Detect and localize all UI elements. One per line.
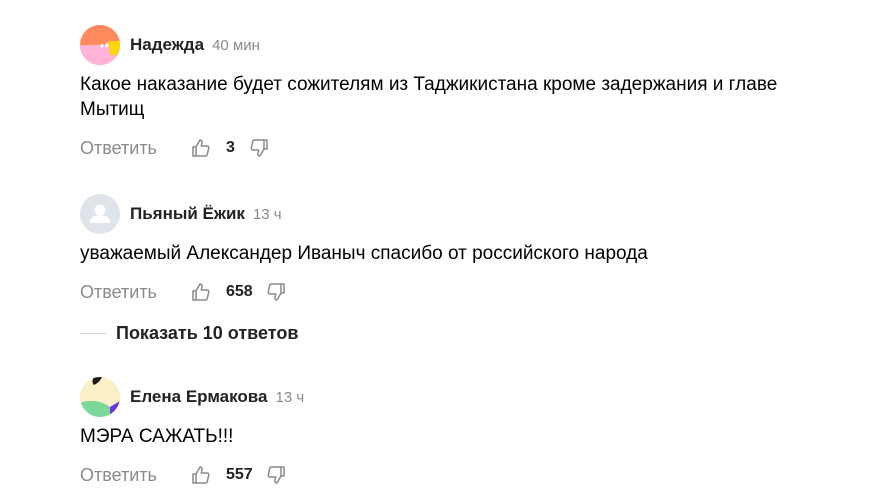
- comment-author[interactable]: Надежда: [130, 35, 204, 55]
- comment: Елена Ермакова 13 ч МЭРА САЖАТЬ!!! Ответ…: [80, 377, 860, 487]
- comment-author[interactable]: Пьяный Ёжик: [130, 204, 245, 224]
- reply-button[interactable]: Ответить: [80, 282, 190, 303]
- thread-line: [80, 332, 106, 334]
- comment: Пьяный Ёжик 13 ч уважаемый Александер Ив…: [80, 194, 860, 304]
- comment-time: 13 ч: [275, 388, 305, 406]
- comment-text: уважаемый Александер Иваныч спасибо от р…: [80, 243, 648, 264]
- thumbs-down-icon[interactable]: [265, 464, 287, 486]
- comment-header: Надежда 40 мин: [80, 25, 860, 65]
- like-count: 3: [226, 139, 235, 156]
- comment-actions: Ответить 3: [80, 136, 860, 160]
- like-count: 658: [226, 283, 253, 300]
- thumbs-down-icon[interactable]: [265, 281, 287, 303]
- avatar[interactable]: [80, 25, 120, 65]
- thumbs-up-icon[interactable]: [190, 464, 212, 486]
- thumbs-down-icon[interactable]: [248, 137, 270, 159]
- thumbs-up-icon[interactable]: [190, 137, 212, 159]
- comment-actions: Ответить 658: [80, 280, 860, 304]
- avatar-pattern-icon: [80, 377, 120, 417]
- comment-text: Какое наказание будет сожителям из Таджи…: [80, 74, 778, 120]
- reply-button[interactable]: Ответить: [80, 465, 190, 486]
- avatar-pattern-icon: [80, 25, 120, 65]
- reply-button[interactable]: Ответить: [80, 138, 190, 159]
- thumbs-up-icon[interactable]: [190, 281, 212, 303]
- comment-actions: Ответить 557: [80, 463, 860, 487]
- avatar[interactable]: [80, 377, 120, 417]
- comment-text: МЭРА САЖАТЬ!!!: [80, 426, 234, 447]
- like-count: 557: [226, 466, 253, 483]
- comment-author[interactable]: Елена Ермакова: [130, 387, 267, 407]
- show-replies-button[interactable]: Показать 10 ответов: [80, 320, 298, 346]
- user-silhouette-icon: [80, 194, 120, 234]
- comment-header: Елена Ермакова 13 ч: [80, 377, 860, 417]
- avatar[interactable]: [80, 194, 120, 234]
- comment: Надежда 40 мин Какое наказание будет сож…: [80, 25, 860, 160]
- comment-time: 13 ч: [252, 205, 282, 223]
- comment-time: 40 мин: [212, 36, 260, 54]
- comment-header: Пьяный Ёжик 13 ч: [80, 194, 860, 234]
- show-replies-label: Показать 10 ответов: [116, 322, 299, 343]
